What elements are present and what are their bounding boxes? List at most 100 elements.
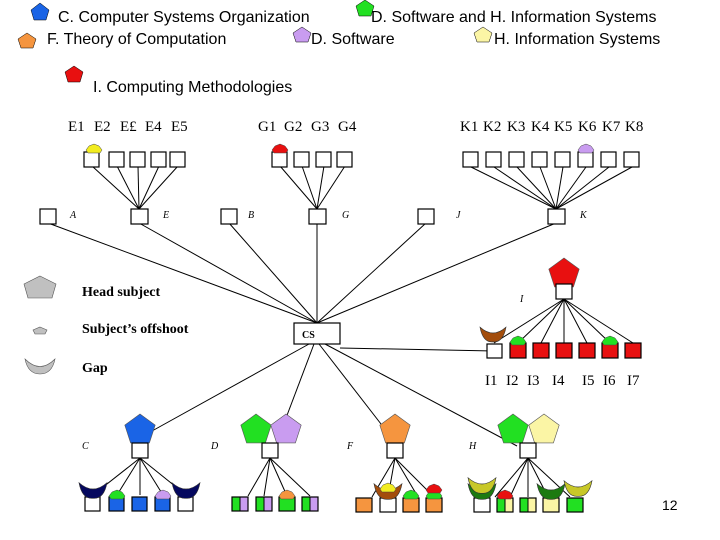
child-box-i7[interactable] bbox=[624, 342, 642, 359]
edge-line bbox=[470, 166, 557, 210]
legend-label: D. Software and H. Information Systems bbox=[371, 9, 656, 26]
child-box-g2[interactable] bbox=[293, 151, 310, 168]
child-label-g1: G1 bbox=[258, 119, 276, 135]
offshoot-icon bbox=[85, 143, 103, 154]
child-box-d4[interactable] bbox=[301, 496, 319, 512]
node-label-k: K bbox=[579, 210, 588, 221]
edge-line bbox=[116, 457, 141, 496]
child-box-k8[interactable] bbox=[623, 151, 640, 168]
head-subject-icon-d bbox=[240, 413, 272, 444]
gap-icon bbox=[536, 482, 566, 500]
child-box-c1[interactable] bbox=[84, 496, 101, 512]
pentagon-icon bbox=[473, 26, 493, 43]
edge-line bbox=[324, 343, 518, 447]
node-box-e[interactable] bbox=[130, 208, 149, 225]
child-box-h5[interactable] bbox=[566, 497, 584, 513]
node-box-j[interactable] bbox=[417, 208, 435, 225]
edge-line bbox=[316, 165, 325, 210]
root-label: CS bbox=[302, 330, 315, 341]
child-box-h3[interactable] bbox=[519, 497, 537, 513]
child-box-e4[interactable] bbox=[150, 151, 167, 168]
node-box-k[interactable] bbox=[547, 208, 566, 225]
subject-tree-diagram: C. Computer Systems Organization D. Soft… bbox=[17, 0, 678, 513]
node-box-a[interactable] bbox=[39, 208, 57, 225]
child-label-e5: E5 bbox=[171, 119, 188, 135]
child-box-d2[interactable] bbox=[255, 496, 273, 512]
node-label-g: G bbox=[342, 210, 349, 221]
legend-item-c: C. Computer Systems Organization bbox=[30, 2, 310, 26]
offshoot-icon bbox=[379, 482, 397, 493]
child-label-i6: I6 bbox=[603, 373, 616, 389]
child-box-c3[interactable] bbox=[131, 496, 148, 512]
child-box-f4[interactable] bbox=[425, 497, 443, 513]
child-box-d1[interactable] bbox=[231, 496, 249, 512]
pentagon-icon bbox=[64, 65, 84, 83]
node-label-a: A bbox=[69, 210, 77, 221]
child-label-e2: E2 bbox=[94, 119, 111, 135]
child-box-h2[interactable] bbox=[496, 497, 514, 513]
child-box-e1[interactable] bbox=[83, 151, 100, 168]
child-box-e5[interactable] bbox=[169, 151, 186, 168]
legend-label: I. Computing Methodologies bbox=[93, 79, 292, 96]
child-box-k2[interactable] bbox=[485, 151, 502, 168]
edge-line bbox=[228, 222, 318, 324]
head-subject-icon-d-software bbox=[270, 413, 302, 444]
edge-line bbox=[138, 165, 160, 210]
child-box-c5[interactable] bbox=[177, 496, 194, 512]
edge-line bbox=[139, 457, 164, 496]
child-box-i4[interactable] bbox=[555, 342, 573, 359]
child-box-f3[interactable] bbox=[402, 497, 420, 513]
half-right bbox=[310, 497, 318, 511]
edge-line bbox=[316, 222, 557, 324]
edge-line bbox=[116, 165, 140, 210]
offshoot-icon bbox=[402, 489, 420, 500]
child-label-g2: G2 bbox=[284, 119, 302, 135]
node-box-f[interactable] bbox=[386, 442, 404, 459]
child-box-k1[interactable] bbox=[462, 151, 479, 168]
child-box-g3[interactable] bbox=[315, 151, 332, 168]
child-box-f1[interactable] bbox=[355, 497, 373, 513]
child-box-f2[interactable] bbox=[379, 497, 397, 513]
node-box-b[interactable] bbox=[220, 208, 238, 225]
shape-legend: Head subject Subject’s offshoot Gap bbox=[23, 275, 189, 376]
head-subject-icon-i bbox=[548, 257, 580, 288]
legend-item-d-and-h: D. Software and H. Information Systems bbox=[355, 0, 656, 26]
child-box-k4[interactable] bbox=[531, 151, 548, 168]
root-node-cs[interactable]: CS bbox=[293, 322, 341, 345]
child-box-e3[interactable] bbox=[129, 151, 146, 168]
color-legend: C. Computer Systems Organization D. Soft… bbox=[17, 0, 660, 96]
child-box-i3[interactable] bbox=[532, 342, 550, 359]
edge-line bbox=[269, 457, 311, 497]
child-box-g1[interactable] bbox=[271, 151, 288, 168]
offshoot-icon bbox=[577, 143, 595, 154]
edge-line bbox=[318, 343, 382, 425]
edge-line bbox=[493, 298, 565, 344]
node-box-d[interactable] bbox=[261, 442, 279, 459]
child-box-i5[interactable] bbox=[578, 342, 596, 359]
child-box-e2[interactable] bbox=[108, 151, 125, 168]
edge-line bbox=[563, 298, 611, 344]
child-box-i1[interactable] bbox=[486, 343, 503, 359]
child-box-k6[interactable] bbox=[577, 151, 594, 168]
node-box-i[interactable] bbox=[555, 283, 573, 300]
offshoot-icon bbox=[154, 489, 172, 500]
edge-line bbox=[339, 347, 495, 352]
half-left bbox=[520, 498, 528, 512]
child-box-k7[interactable] bbox=[600, 151, 617, 168]
child-box-k3[interactable] bbox=[508, 151, 525, 168]
edge-line bbox=[563, 298, 588, 344]
legend-label: C. Computer Systems Organization bbox=[58, 9, 310, 26]
child-label-k3: K3 bbox=[507, 119, 525, 135]
child-label-i3: I3 bbox=[527, 373, 540, 389]
child-box-h4[interactable] bbox=[542, 497, 560, 513]
child-box-k5[interactable] bbox=[554, 151, 571, 168]
gap-icon bbox=[171, 481, 201, 499]
child-box-h1[interactable] bbox=[473, 497, 491, 513]
gap-icon bbox=[479, 326, 507, 343]
child-label-k2: K2 bbox=[483, 119, 501, 135]
head-subject-icon-h bbox=[528, 413, 560, 444]
child-box-g4[interactable] bbox=[336, 151, 353, 168]
node-box-c[interactable] bbox=[131, 442, 149, 459]
node-box-g[interactable] bbox=[308, 208, 327, 225]
node-box-h[interactable] bbox=[519, 442, 537, 459]
